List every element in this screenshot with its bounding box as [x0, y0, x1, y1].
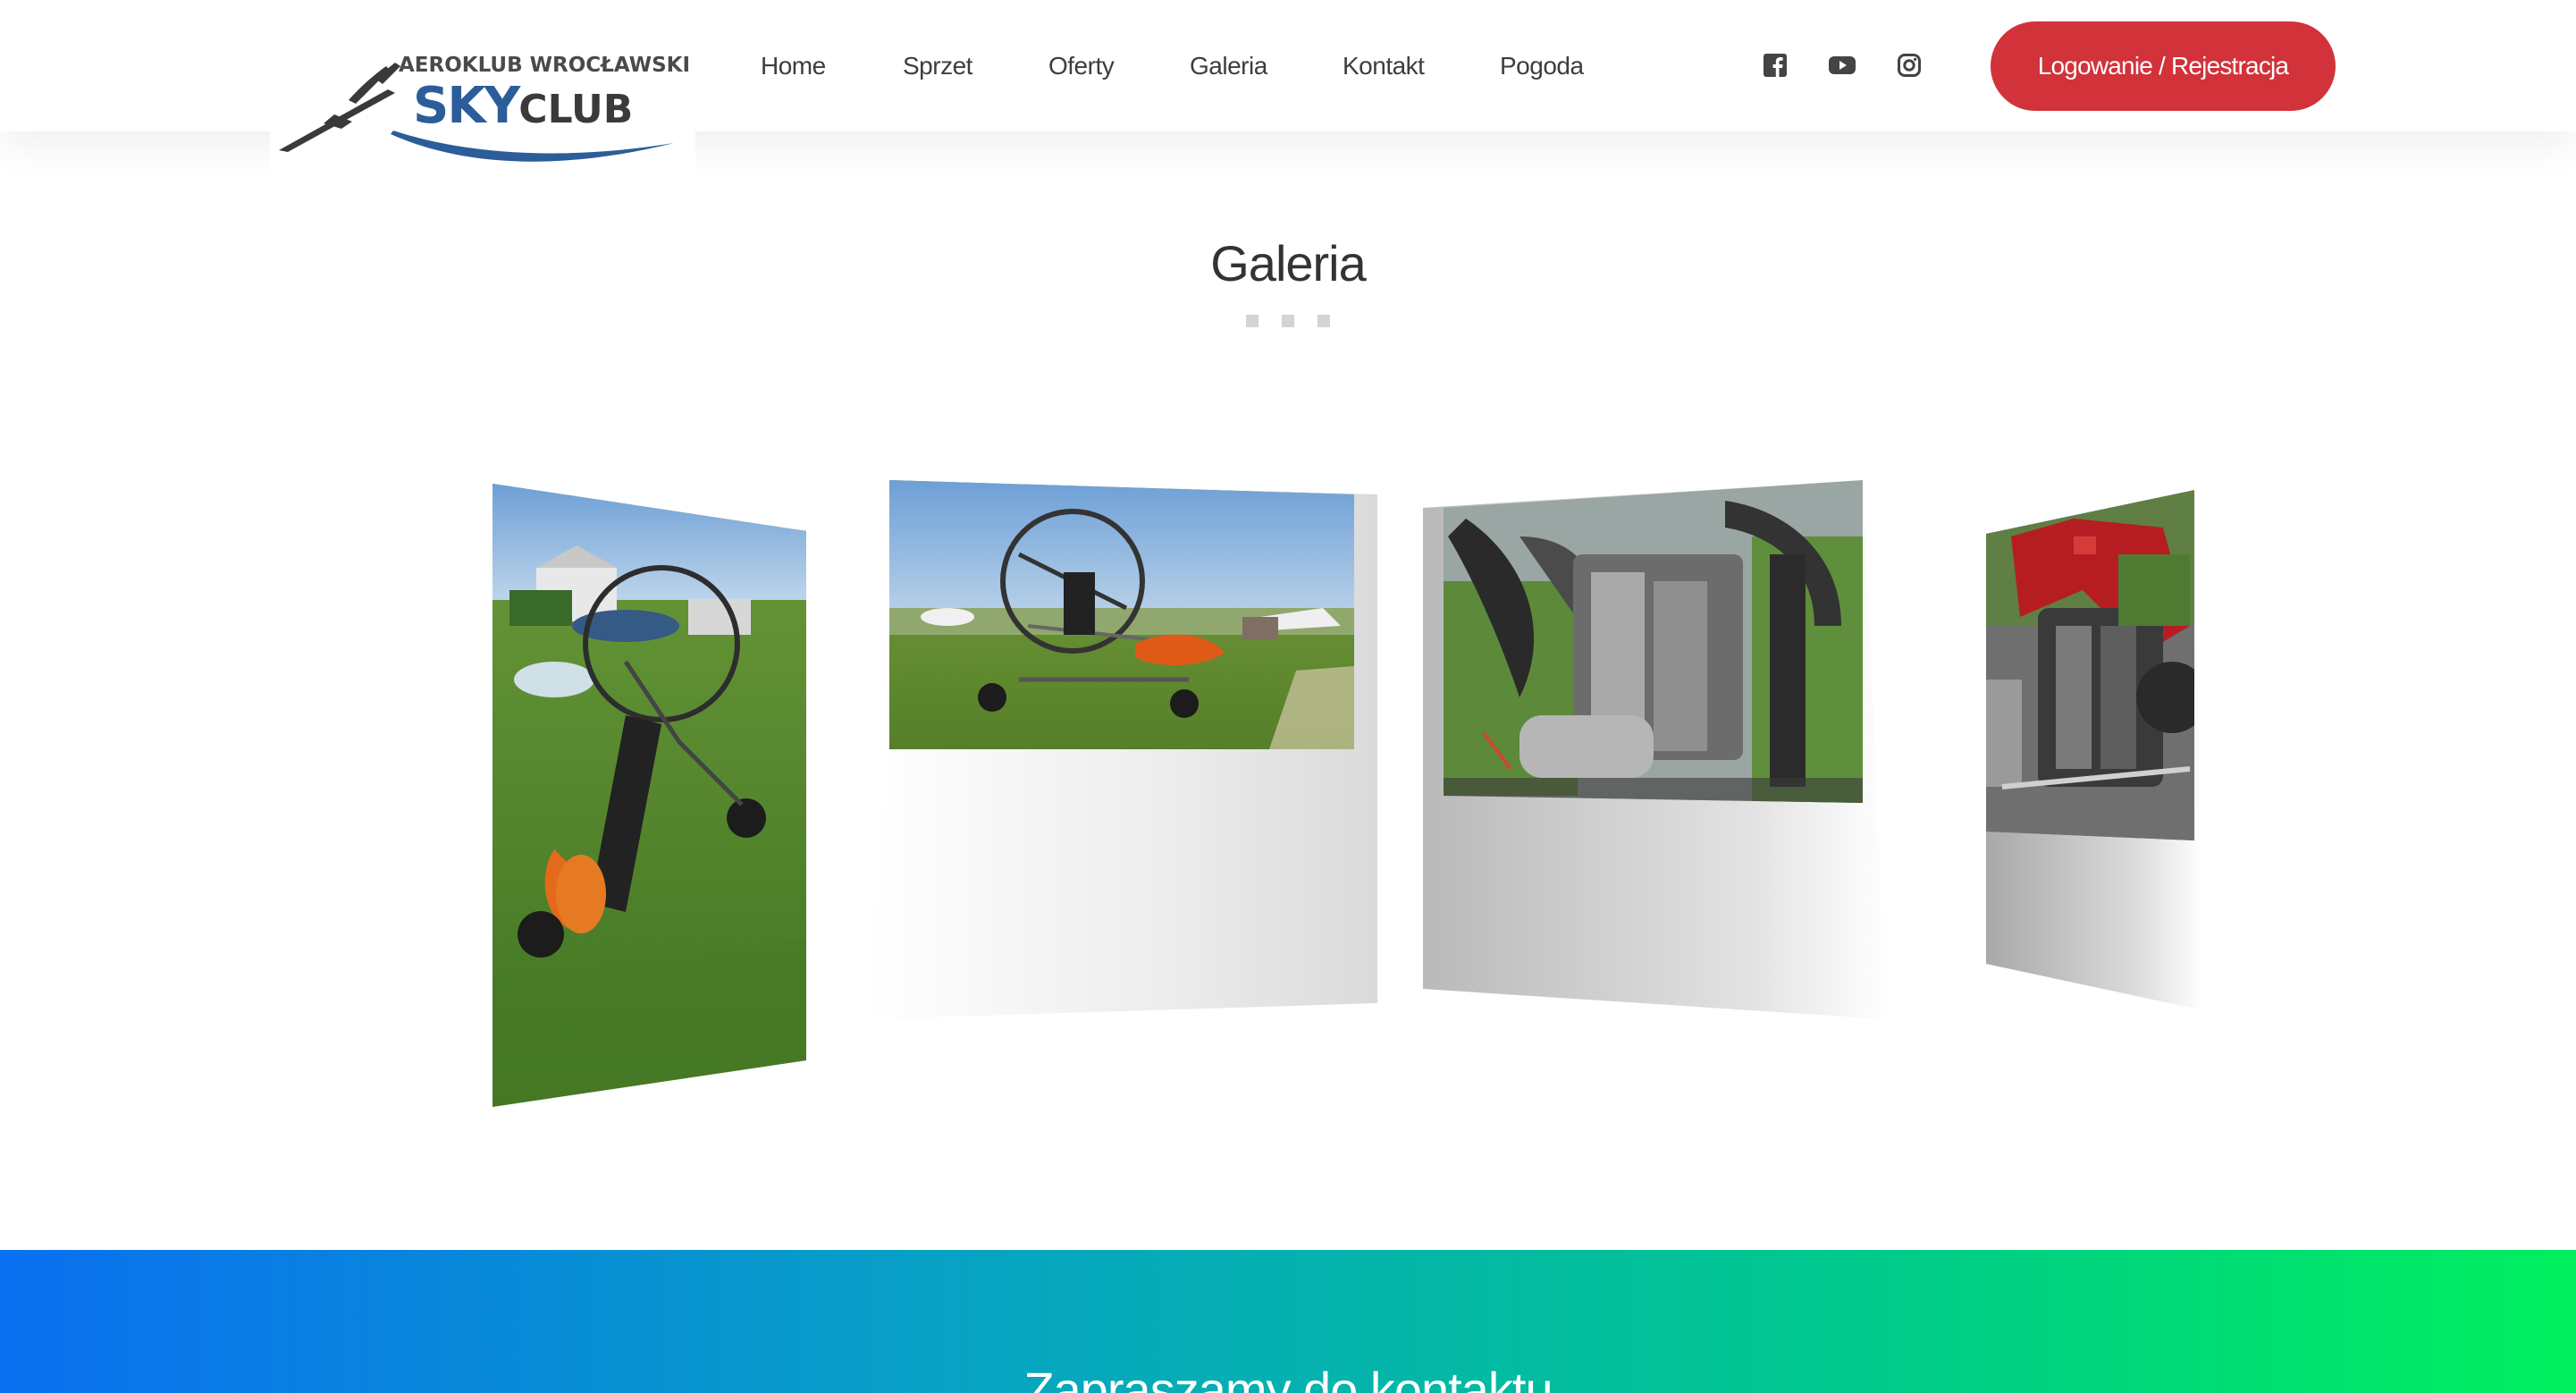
gallery-card-2[interactable]: [867, 480, 1377, 1019]
nav-item-kontakt[interactable]: Kontakt: [1343, 52, 1425, 80]
contact-title: Zapraszamy do kontaktu: [1023, 1362, 1553, 1393]
nav-item-home[interactable]: Home: [761, 52, 826, 80]
nav-item-galeria[interactable]: Galeria: [1190, 52, 1267, 80]
gallery-image-engine-red-frame: [1986, 490, 2194, 840]
nav-item-pogoda[interactable]: Pogoda: [1500, 52, 1584, 80]
instagram-icon[interactable]: [1897, 53, 1922, 78]
gallery-card-3[interactable]: [1423, 480, 1888, 1019]
facebook-icon[interactable]: [1763, 53, 1788, 78]
youtube-icon[interactable]: [1828, 53, 1856, 78]
logo-brand-club: CLUB: [518, 87, 634, 132]
login-register-button[interactable]: Logowanie / Rejestracja: [1991, 21, 2336, 111]
site-logo[interactable]: AEROKLUB WROCŁAWSKI SKYCLUB: [270, 0, 695, 188]
logo-brand-sky: SKY: [413, 77, 520, 135]
gallery-image-paratrike-airfield: [889, 480, 1354, 749]
contact-section: Zapraszamy do kontaktu: [0, 1250, 2576, 1393]
gallery-carousel: [0, 0, 2576, 1252]
gallery-image-paratrike-grass: [492, 484, 806, 1107]
gallery-image-engine-closeup: [1444, 480, 1863, 803]
gallery-card-1[interactable]: [492, 484, 806, 1110]
nav-item-sprzet[interactable]: Sprzet: [903, 52, 972, 80]
logo-brand: SKYCLUB: [413, 77, 633, 135]
logo-top-text: AEROKLUB WROCŁAWSKI: [399, 54, 691, 77]
nav-item-oferty[interactable]: Oferty: [1048, 52, 1115, 80]
gallery-card-4[interactable]: [1986, 490, 2208, 1010]
